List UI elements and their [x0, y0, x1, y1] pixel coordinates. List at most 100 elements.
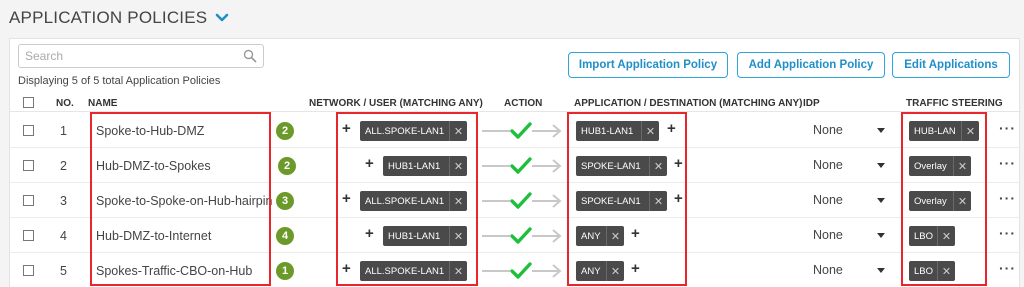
- import-application-policy-button[interactable]: Import Application Policy: [568, 52, 728, 78]
- column-header-application[interactable]: APPLICATION / DESTINATION (MATCHING ANY): [574, 98, 803, 109]
- remove-tag-icon[interactable]: ✕: [449, 191, 467, 211]
- row-number: 5: [60, 263, 67, 278]
- check-arrow-icon: [482, 122, 562, 139]
- more-options-icon[interactable]: ···: [999, 225, 1016, 241]
- column-header-action[interactable]: ACTION: [504, 98, 542, 109]
- traffic-steering-label: Overlay: [914, 195, 947, 207]
- policy-name[interactable]: Hub-DMZ-to-Internet: [96, 218, 211, 253]
- table-row[interactable]: 2 Hub-DMZ-to-Spokes 2 + HUB1-LAN1 ✕ SPOKE…: [10, 148, 1021, 183]
- remove-tag-icon[interactable]: ✕: [953, 156, 971, 176]
- idp-dropdown-caret-icon[interactable]: [877, 233, 885, 238]
- policy-name[interactable]: Hub-DMZ-to-Spokes: [96, 148, 211, 183]
- row-checkbox[interactable]: [23, 125, 34, 136]
- idp-select[interactable]: None: [813, 263, 843, 277]
- more-options-icon[interactable]: ···: [999, 120, 1016, 136]
- row-checkbox[interactable]: [23, 230, 34, 241]
- network-tag[interactable]: ALL.SPOKE-LAN1 ✕: [360, 261, 467, 281]
- application-tag-label: HUB1-LAN1: [581, 125, 634, 137]
- add-network-icon[interactable]: +: [365, 225, 374, 242]
- more-options-icon[interactable]: ···: [999, 155, 1016, 171]
- traffic-steering-tag[interactable]: LBO ✕: [909, 261, 955, 281]
- table-row[interactable]: 1 Spoke-to-Hub-DMZ 2 + ALL.SPOKE-LAN1 ✕ H…: [10, 113, 1021, 148]
- remove-tag-icon[interactable]: ✕: [937, 261, 955, 281]
- remove-tag-icon[interactable]: ✕: [953, 191, 971, 211]
- search-input[interactable]: [19, 45, 229, 67]
- remove-tag-icon[interactable]: ✕: [449, 121, 467, 141]
- check-arrow-icon: [482, 227, 562, 244]
- row-checkbox[interactable]: [23, 160, 34, 171]
- idp-select[interactable]: None: [813, 158, 843, 172]
- traffic-steering-tag[interactable]: Overlay ✕: [909, 191, 971, 211]
- application-tag-label: SPOKE-LAN1: [581, 195, 641, 207]
- remove-tag-icon[interactable]: ✕: [649, 191, 667, 211]
- remove-tag-icon[interactable]: ✕: [606, 261, 624, 281]
- row-number: 2: [60, 158, 67, 173]
- traffic-steering-tag[interactable]: LBO ✕: [909, 226, 955, 246]
- remove-tag-icon[interactable]: ✕: [449, 261, 467, 281]
- step-badge: 3: [276, 192, 294, 210]
- remove-tag-icon[interactable]: ✕: [449, 156, 467, 176]
- remove-tag-icon[interactable]: ✕: [961, 121, 979, 141]
- page-title: APPLICATION POLICIES: [9, 8, 208, 27]
- search-icon[interactable]: [243, 49, 257, 63]
- application-tag[interactable]: ANY ✕: [576, 226, 624, 246]
- idp-select[interactable]: None: [813, 228, 843, 242]
- remove-tag-icon[interactable]: ✕: [449, 226, 467, 246]
- column-header-traffic-steering[interactable]: TRAFFIC STEERING: [906, 98, 1003, 109]
- policy-name[interactable]: Spoke-to-Spoke-on-Hub-hairpin: [96, 183, 272, 218]
- table-row[interactable]: 5 Spokes-Traffic-CBO-on-Hub 1 + ALL.SPOK…: [10, 253, 1021, 287]
- network-tag[interactable]: HUB1-LAN1 ✕: [383, 226, 467, 246]
- table-row[interactable]: 4 Hub-DMZ-to-Internet 4 + HUB1-LAN1 ✕ ANY…: [10, 218, 1021, 253]
- network-tag[interactable]: ALL.SPOKE-LAN1 ✕: [360, 121, 467, 141]
- idp-dropdown-caret-icon[interactable]: [877, 128, 885, 133]
- application-tag[interactable]: SPOKE-LAN1 ✕: [576, 191, 667, 211]
- policy-name[interactable]: Spoke-to-Hub-DMZ: [96, 113, 204, 148]
- search-box[interactable]: [18, 44, 264, 68]
- network-tag-label: HUB1-LAN1: [388, 160, 441, 172]
- idp-dropdown-caret-icon[interactable]: [877, 198, 885, 203]
- traffic-steering-label: Overlay: [914, 160, 947, 172]
- application-tag[interactable]: SPOKE-LAN1 ✕: [576, 156, 667, 176]
- more-options-icon[interactable]: ···: [999, 190, 1016, 206]
- more-options-icon[interactable]: ···: [999, 260, 1016, 276]
- row-number: 3: [60, 193, 67, 208]
- idp-dropdown-caret-icon[interactable]: [877, 268, 885, 273]
- remove-tag-icon[interactable]: ✕: [937, 226, 955, 246]
- row-checkbox[interactable]: [23, 195, 34, 206]
- add-network-icon[interactable]: +: [342, 120, 351, 137]
- select-all-checkbox[interactable]: [23, 97, 34, 108]
- policy-name[interactable]: Spokes-Traffic-CBO-on-Hub: [96, 253, 252, 287]
- add-network-icon[interactable]: +: [365, 155, 374, 172]
- idp-select[interactable]: None: [813, 193, 843, 207]
- add-network-icon[interactable]: +: [342, 260, 351, 277]
- network-tag[interactable]: HUB1-LAN1 ✕: [383, 156, 467, 176]
- step-badge: 4: [276, 227, 294, 245]
- add-application-icon[interactable]: +: [631, 225, 640, 242]
- add-application-policy-button[interactable]: Add Application Policy: [737, 52, 885, 78]
- add-application-icon[interactable]: +: [667, 120, 676, 137]
- edit-applications-button[interactable]: Edit Applications: [892, 52, 1010, 78]
- column-header-idp[interactable]: IDP: [803, 98, 820, 109]
- add-application-icon[interactable]: +: [674, 155, 683, 172]
- traffic-steering-tag[interactable]: Overlay ✕: [909, 156, 971, 176]
- column-header-name[interactable]: NAME: [88, 98, 117, 109]
- chevron-down-icon[interactable]: [215, 11, 229, 25]
- add-application-icon[interactable]: +: [631, 260, 640, 277]
- idp-dropdown-caret-icon[interactable]: [877, 163, 885, 168]
- traffic-steering-tag[interactable]: HUB-LAN ✕: [909, 121, 979, 141]
- application-tag-label: ANY: [581, 265, 601, 277]
- column-header-network[interactable]: NETWORK / USER (MATCHING ANY): [309, 98, 483, 109]
- idp-select[interactable]: None: [813, 123, 843, 137]
- step-badge: 1: [276, 262, 294, 280]
- application-tag[interactable]: HUB1-LAN1 ✕: [576, 121, 659, 141]
- remove-tag-icon[interactable]: ✕: [641, 121, 659, 141]
- remove-tag-icon[interactable]: ✕: [649, 156, 667, 176]
- add-application-icon[interactable]: +: [674, 190, 683, 207]
- table-row[interactable]: 3 Spoke-to-Spoke-on-Hub-hairpin 3 + ALL.…: [10, 183, 1021, 218]
- application-tag[interactable]: ANY ✕: [576, 261, 624, 281]
- column-header-no[interactable]: NO.: [56, 98, 74, 109]
- network-tag[interactable]: ALL.SPOKE-LAN1 ✕: [360, 191, 467, 211]
- add-network-icon[interactable]: +: [342, 190, 351, 207]
- remove-tag-icon[interactable]: ✕: [606, 226, 624, 246]
- row-checkbox[interactable]: [23, 265, 34, 276]
